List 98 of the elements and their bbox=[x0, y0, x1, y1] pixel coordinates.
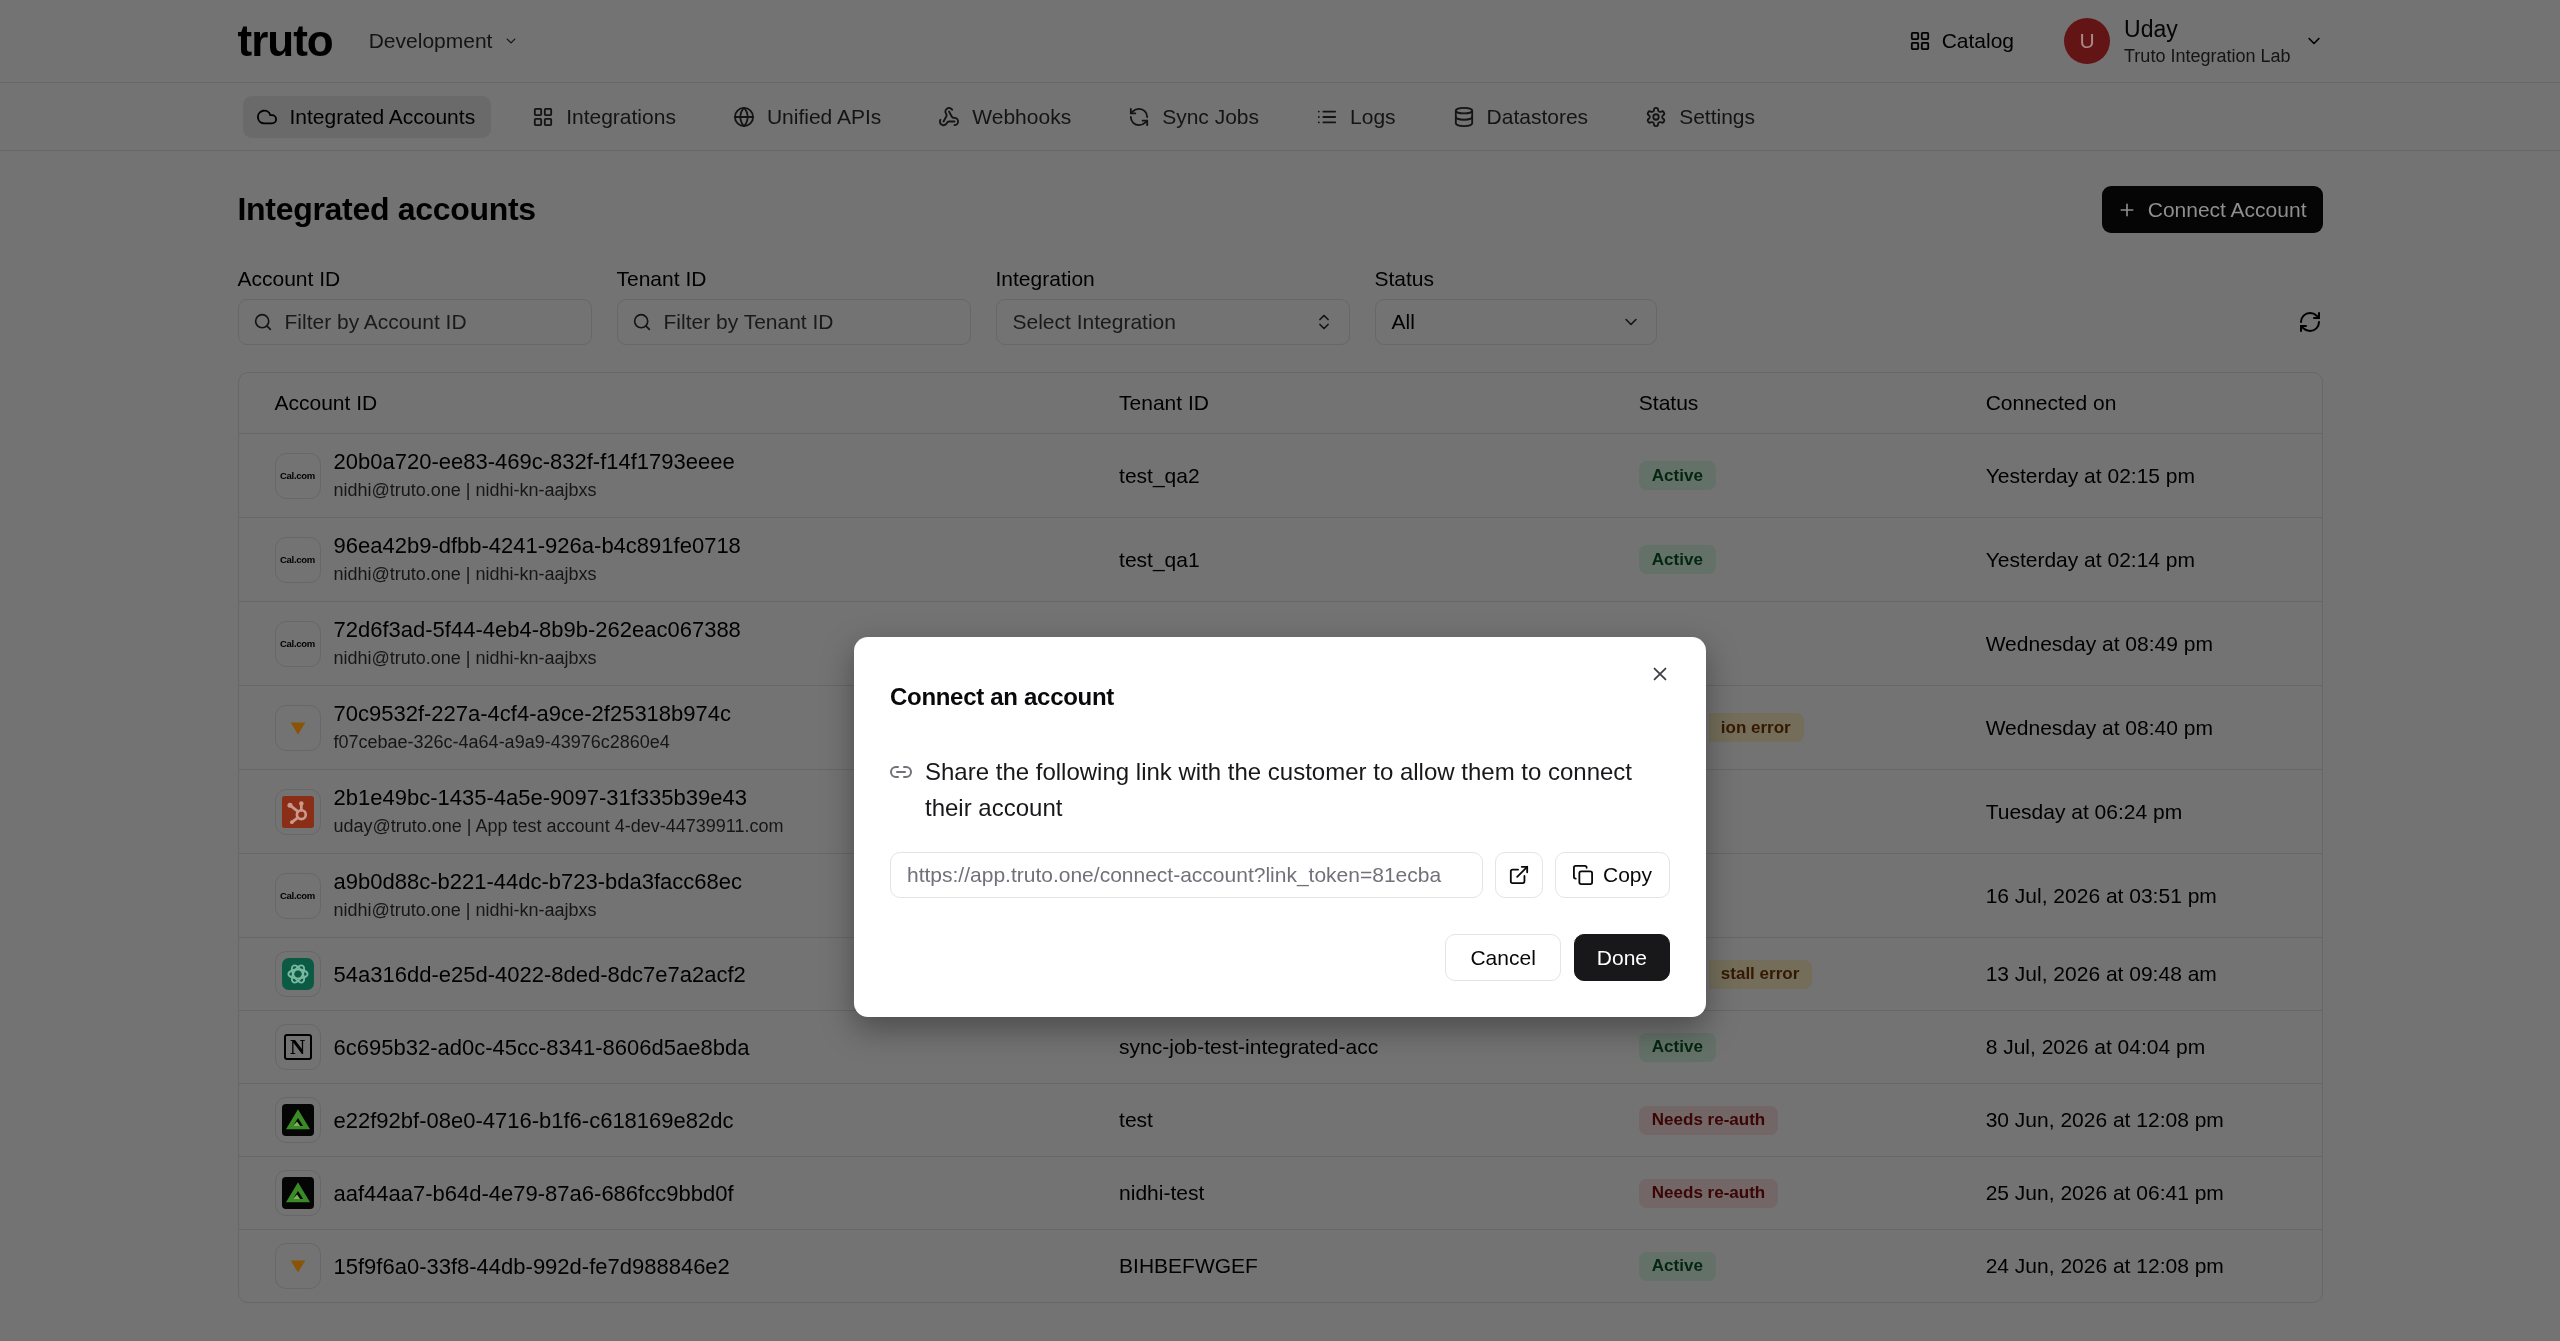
status-badge: Active bbox=[1638, 1032, 1716, 1062]
refresh-icon[interactable] bbox=[2298, 311, 2321, 333]
globe-icon[interactable] bbox=[733, 106, 754, 127]
account-id: 72d6f3ad-5f44-4eb4-8b9b-262eac067388 bbox=[333, 616, 741, 644]
tenant-id: test_qa2 bbox=[1119, 463, 1200, 487]
triangle-tile-icon bbox=[274, 1097, 321, 1143]
account-id: 70c9532f-227a-4cf4-a9ce-2f25318b974c bbox=[333, 700, 732, 728]
account-id: a9b0d88c-b221-44dc-b723-bda3facc68ec bbox=[333, 868, 743, 896]
connect-account-button[interactable]: Connect Account bbox=[2101, 186, 2323, 233]
dialog-message: Share the following link with the customer to allow them to connect their account bbox=[925, 757, 1634, 823]
connected-date: Yesterday at 02:15 pm bbox=[1985, 463, 2196, 487]
status-badge: Needs re-auth bbox=[1638, 1178, 1779, 1208]
dropdown-field[interactable]: All bbox=[1374, 299, 1657, 345]
account-id: 96ea42b9-dfbb-4241-926a-b4c891fe0718 bbox=[333, 532, 741, 560]
grid-icon[interactable] bbox=[533, 106, 554, 127]
account-detail: nidhi@truto.one | nidhi-kn-aajbxs bbox=[333, 899, 598, 922]
sprocket-icon bbox=[274, 788, 321, 835]
account-id: 6c695b32-ad0c-45cc-8341-8606d5ae8bda bbox=[333, 1033, 750, 1062]
account-detail: uday@truto.one | App test account 4-dev-44739911.com bbox=[333, 815, 784, 838]
user-name: Uday bbox=[2124, 15, 2179, 42]
connected-date: 16 Jul, 2026 at 03:51 pm bbox=[1985, 883, 2217, 907]
filter-label: Account ID bbox=[237, 267, 342, 291]
status-badge: ion error bbox=[1708, 713, 1804, 742]
status-badge: Active bbox=[1638, 461, 1716, 490]
connected-date: 30 Jun, 2026 at 12:08 pm bbox=[1985, 1108, 2224, 1131]
avatar[interactable]: U bbox=[2064, 18, 2111, 64]
logo-text: Cal.com bbox=[280, 554, 315, 565]
account-id: 15f9f6a0-33f8-44db-992d-fe7d988846e2 bbox=[333, 1252, 730, 1281]
catalog-button[interactable]: Catalog bbox=[1909, 29, 2015, 53]
filter-label: Tenant ID bbox=[616, 267, 708, 291]
tenant-id: test_qa1 bbox=[1119, 547, 1200, 571]
select-field[interactable]: Select Integration bbox=[995, 299, 1350, 345]
filter-label: Status bbox=[1374, 267, 1436, 291]
logo[interactable]: truto bbox=[237, 19, 333, 63]
copy-icon[interactable] bbox=[1572, 865, 1593, 885]
column-header: Connected on bbox=[1985, 391, 2118, 415]
webhook-icon[interactable] bbox=[939, 106, 960, 127]
triangle-tile-icon bbox=[274, 1170, 321, 1216]
logo-text: Cal.com bbox=[280, 638, 315, 649]
account-detail: f07cebae-326c-4a64-a9a9-43976c2860e4 bbox=[333, 731, 671, 754]
tenant-id: sync-job-test-integrated-acc bbox=[1119, 1035, 1379, 1058]
settings-icon[interactable] bbox=[1646, 106, 1667, 127]
search-icon bbox=[253, 313, 272, 331]
open-link-button[interactable] bbox=[1494, 852, 1543, 898]
column-header: Status bbox=[1638, 391, 1700, 415]
tenant-id: nidhi-test bbox=[1119, 1181, 1205, 1204]
link-field[interactable]: https://app.truto.one/connect-account?link_token=81ecba bbox=[890, 852, 1483, 898]
cancel-button[interactable]: Cancel bbox=[1445, 934, 1561, 981]
knot-icon bbox=[274, 951, 321, 997]
status-badge: Active bbox=[1638, 545, 1716, 574]
account-id: 20b0a720-ee83-469c-832f-f14f1793eeee bbox=[333, 448, 735, 476]
nav-tab[interactable]: Integrated Accounts bbox=[242, 95, 492, 138]
environment-dropdown[interactable]: Development bbox=[368, 29, 519, 53]
account-id: e22f92bf-08e0-4716-b1f6-c618169e82dc bbox=[333, 1106, 734, 1135]
status-badge: stall error bbox=[1708, 959, 1813, 989]
connected-date: Tuesday at 06:24 pm bbox=[1985, 799, 2183, 823]
connected-date: 25 Jun, 2026 at 06:41 pm bbox=[1985, 1181, 2224, 1204]
status-badge: Active bbox=[1638, 1251, 1716, 1281]
database-icon[interactable] bbox=[1453, 106, 1474, 127]
search-icon bbox=[632, 313, 651, 331]
connected-date: 8 Jul, 2026 at 04:04 pm bbox=[1985, 1035, 2206, 1058]
refresh-icon[interactable] bbox=[1129, 106, 1150, 127]
account-detail: nidhi@truto.one | nidhi-kn-aajbxs bbox=[333, 647, 598, 670]
column-header: Tenant ID bbox=[1119, 391, 1210, 415]
nav-tab[interactable]: Datastores bbox=[1439, 95, 1605, 138]
dialog-title: Connect an account bbox=[890, 682, 1114, 712]
nav-tab[interactable]: Integrations bbox=[519, 95, 692, 138]
tenant-id: BIHBEFWGEF bbox=[1119, 1254, 1258, 1277]
account-detail: nidhi@truto.one | nidhi-kn-aajbxs bbox=[333, 563, 598, 586]
filter-label: Integration bbox=[995, 267, 1096, 291]
account-id: aaf44aa7-b64d-4e79-87a6-686fcc9bbd0f bbox=[333, 1179, 734, 1208]
done-button[interactable]: Done bbox=[1573, 934, 1670, 981]
nav-tab[interactable]: Sync Jobs bbox=[1115, 95, 1276, 138]
nav-tab[interactable]: Webhooks bbox=[925, 95, 1088, 138]
logo-letter: N bbox=[283, 1034, 312, 1060]
grid-icon[interactable] bbox=[1909, 31, 1930, 51]
status-badge: Needs re-auth bbox=[1638, 1105, 1779, 1135]
search-field[interactable]: Filter by Tenant ID bbox=[616, 299, 971, 345]
external-link-icon[interactable] bbox=[1508, 865, 1529, 885]
organization-name: Truto Integration Lab bbox=[2124, 44, 2291, 67]
nav-tab[interactable]: Settings bbox=[1632, 95, 1771, 138]
connected-date: Yesterday at 02:14 pm bbox=[1985, 547, 2196, 571]
copy-button[interactable]: Copy bbox=[1554, 852, 1670, 898]
logo-text: Cal.com bbox=[280, 470, 315, 481]
account-id: 54a316dd-e25d-4022-8ded-8dc7e7a2acf2 bbox=[333, 960, 746, 989]
nav-tab[interactable]: Unified APIs bbox=[719, 95, 898, 138]
account-detail: nidhi@truto.one | nidhi-kn-aajbxs bbox=[333, 479, 598, 502]
logo-text: Cal.com bbox=[280, 890, 315, 901]
tenant-id: test bbox=[1119, 1108, 1153, 1131]
connected-date: 24 Jun, 2026 at 12:08 pm bbox=[1985, 1254, 2224, 1277]
connected-date: Wednesday at 08:40 pm bbox=[1985, 715, 2213, 739]
connected-date: 13 Jul, 2026 at 09:48 am bbox=[1985, 962, 2217, 985]
account-id: 2b1e49bc-1435-4a5e-9097-31f335b39e43 bbox=[333, 784, 748, 812]
nav-tab[interactable]: Logs bbox=[1303, 95, 1412, 138]
column-header: Account ID bbox=[274, 391, 379, 415]
search-field[interactable]: Filter by Account ID bbox=[237, 299, 592, 345]
connected-date: Wednesday at 08:49 pm bbox=[1985, 631, 2213, 655]
page-title: Integrated accounts bbox=[237, 191, 536, 228]
